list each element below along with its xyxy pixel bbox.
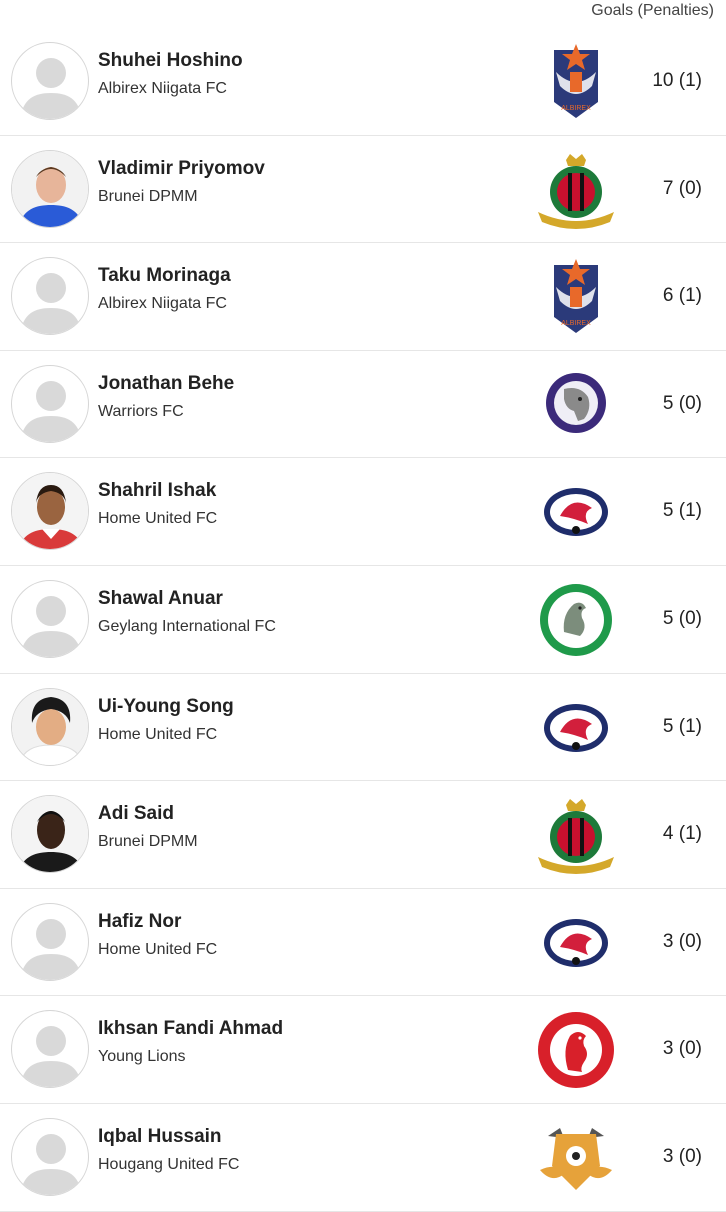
player-name: Taku Morinaga — [98, 265, 231, 287]
goals-value: 5 (0) — [662, 392, 702, 414]
player-photo — [11, 472, 89, 551]
player-row[interactable]: Taku Morinaga Albirex Niigata FC ALBIREX… — [0, 243, 726, 351]
player-name: Iqbal Hussain — [98, 1125, 222, 1147]
player-name: Ikhsan Fandi Ahmad — [98, 1018, 284, 1040]
player-photo — [11, 149, 89, 228]
player-name: Shawal Anuar — [98, 587, 223, 609]
goals-value: 3 (0) — [662, 930, 702, 952]
team-name: Warriors FC — [98, 402, 184, 420]
geylang-international-crest-icon — [534, 580, 618, 660]
list-header: Goals (Penalties) — [0, 0, 726, 28]
team-name: Home United FC — [98, 940, 218, 958]
placeholder-avatar-icon — [11, 902, 89, 981]
placeholder-avatar-icon — [11, 364, 89, 443]
goals-value: 10 (1) — [652, 70, 702, 91]
player-name: Jonathan Behe — [98, 372, 235, 394]
player-name: Vladimir Priyomov — [98, 157, 265, 179]
player-name: Adi Said — [98, 803, 175, 825]
placeholder-avatar-icon — [11, 257, 89, 336]
placeholder-avatar-icon — [11, 1117, 89, 1196]
player-row[interactable]: Vladimir Priyomov Brunei DPMM 7 (0) — [0, 136, 726, 244]
young-lions-crest-icon — [534, 1010, 618, 1090]
player-row[interactable]: Shahril Ishak Home United FC 5 (1) — [0, 458, 726, 566]
home-united-crest-icon — [534, 688, 618, 768]
albirex-niigata-crest-icon: ALBIREX — [534, 257, 618, 337]
player-row[interactable]: Jonathan Behe Warriors FC 5 (0) — [0, 351, 726, 459]
team-name: Geylang International FC — [98, 617, 276, 635]
player-row[interactable]: Hafiz Nor Home United FC 3 (0) — [0, 889, 726, 997]
player-name: Shuhei Hoshino — [98, 50, 243, 71]
placeholder-avatar-icon — [11, 42, 89, 120]
brunei-dpmm-crest-icon — [534, 795, 618, 875]
goals-value: 6 (1) — [662, 285, 702, 307]
goals-value: 3 (0) — [662, 1038, 702, 1060]
home-united-crest-icon — [534, 903, 618, 983]
goals-value: 3 (0) — [662, 1145, 702, 1167]
goals-value: 5 (1) — [662, 715, 702, 737]
goals-column-label: Goals (Penalties) — [591, 2, 714, 19]
team-name: Albirex Niigata FC — [98, 295, 227, 313]
team-name: Albirex Niigata FC — [98, 80, 227, 97]
player-name: Shahril Ishak — [98, 480, 217, 502]
goals-value: 5 (1) — [662, 500, 702, 522]
placeholder-avatar-icon — [11, 1010, 89, 1089]
placeholder-avatar-icon — [11, 579, 89, 658]
goals-value: 5 (0) — [662, 607, 702, 629]
player-row[interactable]: Shawal Anuar Geylang International FC 5 … — [0, 566, 726, 674]
player-row[interactable]: Iqbal Hussain Hougang United FC 3 (0) — [0, 1104, 726, 1212]
hougang-united-crest-icon — [534, 1118, 618, 1198]
scorers-list: Shuhei Hoshino Albirex Niigata FC ALBIRE… — [0, 28, 726, 1212]
svg-text:ALBIREX: ALBIREX — [561, 320, 591, 327]
player-row[interactable]: Ikhsan Fandi Ahmad Young Lions 3 (0) — [0, 996, 726, 1104]
team-name: Home United FC — [98, 510, 218, 528]
player-photo — [11, 795, 89, 874]
albirex-niigata-crest-icon: ALBIREX — [534, 42, 618, 122]
team-name: Home United FC — [98, 725, 218, 743]
player-row[interactable]: Shuhei Hoshino Albirex Niigata FC ALBIRE… — [0, 28, 726, 136]
warriors-fc-crest-icon — [534, 365, 618, 445]
player-row[interactable]: Ui-Young Song Home United FC 5 (1) — [0, 674, 726, 782]
team-name: Brunei DPMM — [98, 187, 198, 205]
team-name: Young Lions — [98, 1048, 186, 1066]
home-united-crest-icon — [534, 472, 618, 552]
player-photo — [11, 687, 89, 766]
team-name: Hougang United FC — [98, 1155, 240, 1173]
player-name: Hafiz Nor — [98, 910, 182, 932]
player-name: Ui-Young Song — [98, 695, 234, 717]
goals-value: 7 (0) — [662, 177, 702, 199]
goals-value: 4 (1) — [662, 823, 702, 845]
svg-text:ALBIREX: ALBIREX — [561, 105, 591, 112]
player-row[interactable]: Adi Said Brunei DPMM 4 (1) — [0, 781, 726, 889]
team-name: Brunei DPMM — [98, 833, 198, 851]
brunei-dpmm-crest-icon — [534, 150, 618, 230]
